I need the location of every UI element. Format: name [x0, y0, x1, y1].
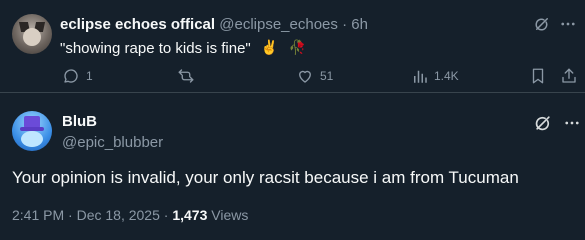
- tweet-meta: 2:41 PM · Dec 18, 2025 · 1,473 Views: [12, 207, 248, 223]
- wilted-flower-emoji: 🥀: [288, 39, 306, 55]
- timestamp[interactable]: 2:41 PM · Dec 18, 2025: [12, 207, 160, 223]
- avatar[interactable]: [12, 14, 52, 54]
- view-count: 1.4K: [434, 69, 459, 83]
- tweet-text-content: "showing rape to kids is fine": [60, 40, 251, 57]
- like-icon: [296, 67, 314, 85]
- bookmark-button[interactable]: [530, 66, 546, 86]
- divider: [0, 92, 585, 93]
- display-name[interactable]: eclipse echoes offical: [60, 16, 215, 33]
- tweet-header: eclipse echoes offical @eclipse_echoes ·…: [60, 16, 368, 33]
- reply-count: 1: [86, 69, 93, 83]
- tweet-text: Your opinion is invalid, your only racsi…: [12, 168, 519, 187]
- views-icon: [412, 67, 428, 85]
- share-icon: [560, 67, 578, 85]
- reply-icon: [62, 67, 80, 85]
- avatar-body: [21, 131, 43, 147]
- grok-icon[interactable]: [532, 112, 554, 134]
- view-count: 1,473: [172, 207, 208, 223]
- handle[interactable]: @epic_blubber: [62, 134, 163, 151]
- grok-icon[interactable]: [532, 14, 552, 34]
- avatar-face: [23, 28, 41, 46]
- retweet-button[interactable]: [176, 66, 202, 86]
- share-button[interactable]: [560, 66, 578, 86]
- separator: ·: [342, 16, 348, 33]
- timestamp[interactable]: 6h: [351, 16, 368, 33]
- handle[interactable]: @eclipse_echoes: [219, 16, 338, 33]
- avatar[interactable]: [12, 111, 52, 151]
- like-button[interactable]: 51: [296, 66, 333, 86]
- reply-button[interactable]: 1: [62, 66, 93, 86]
- display-name[interactable]: BluB: [62, 113, 97, 130]
- views-button[interactable]: 1.4K: [412, 66, 459, 86]
- tweet[interactable]: eclipse echoes offical @eclipse_echoes ·…: [0, 0, 585, 92]
- more-icon[interactable]: [558, 14, 578, 34]
- more-icon[interactable]: [562, 112, 582, 134]
- like-count: 51: [320, 69, 334, 83]
- bookmark-icon: [530, 67, 546, 85]
- views-label: Views: [211, 207, 249, 223]
- tweet-text: "showing rape to kids is fine" ✌️ 🥀: [60, 39, 306, 57]
- separator: ·: [163, 207, 169, 223]
- victory-hand-emoji: ✌️: [260, 39, 279, 55]
- retweet-icon: [176, 67, 196, 85]
